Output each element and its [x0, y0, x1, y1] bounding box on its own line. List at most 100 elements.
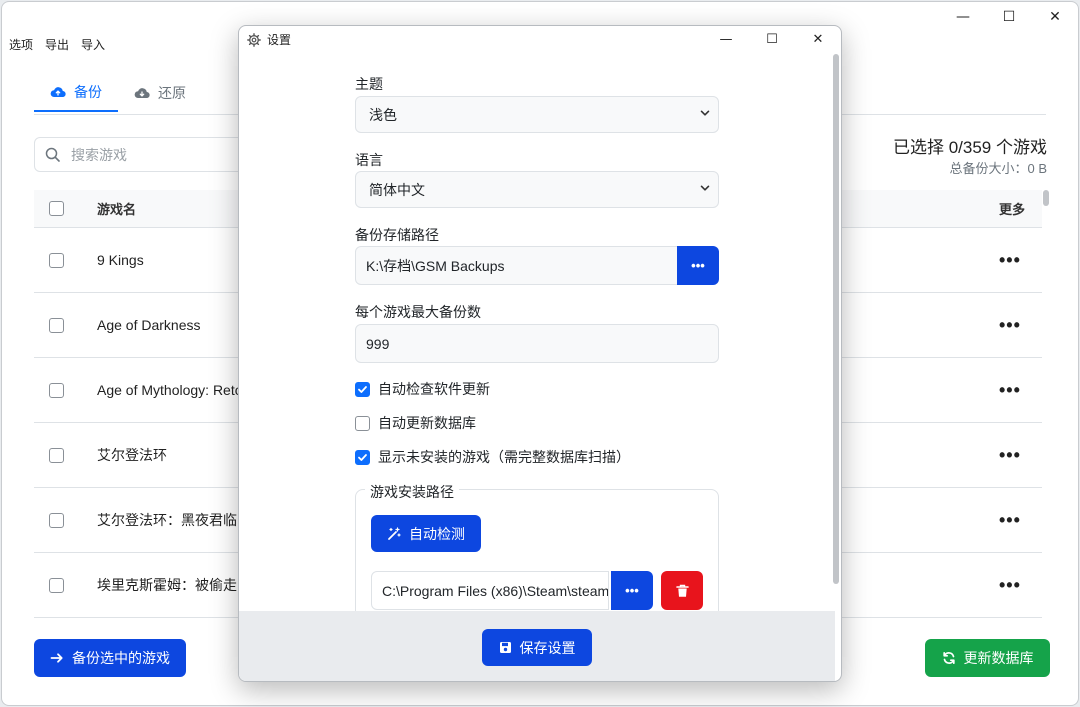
row-checkbox[interactable]	[49, 317, 64, 333]
close-icon: ✕	[1049, 9, 1061, 25]
update-database-label: 更新数据库	[963, 650, 1034, 666]
row-checkbox[interactable]	[49, 382, 64, 398]
tab-bar: 备份 还原	[34, 74, 202, 112]
tab-restore[interactable]: 还原	[118, 74, 202, 112]
backup-path-input[interactable]: K:\存档\GSM Backups	[355, 246, 679, 285]
row-checkbox-cell	[34, 447, 97, 463]
tab-backup-label: 备份	[74, 84, 102, 100]
show-uninstalled-row[interactable]: 显示未安装的游戏（需完整数据库扫描）	[355, 447, 630, 467]
dialog-title: 设置	[267, 33, 292, 47]
more-button[interactable]: •••	[999, 315, 1021, 336]
close-button[interactable]: ✕	[1032, 2, 1078, 32]
auto-detect-button[interactable]: 自动检测	[371, 515, 481, 552]
dialog-window-controls: — ☐ ✕	[703, 26, 841, 53]
dialog-minimize-button[interactable]: —	[703, 26, 749, 53]
save-settings-label: 保存设置	[519, 639, 576, 656]
tab-backup[interactable]: 备份	[34, 74, 118, 112]
row-checkbox-cell	[34, 317, 97, 333]
row-checkbox[interactable]	[49, 577, 64, 593]
menu-import[interactable]: 导入	[81, 36, 105, 53]
row-checkbox-cell	[34, 252, 97, 268]
menu-options[interactable]: 选项	[9, 36, 33, 53]
backup-path-value: K:\存档\GSM Backups	[366, 257, 505, 274]
chevron-down-icon	[700, 185, 710, 191]
backup-path-label: 备份存储路径	[355, 227, 439, 243]
dialog-scrollbar[interactable]	[833, 54, 839, 584]
maximize-button[interactable]: ☐	[986, 2, 1032, 32]
ellipsis-icon: •••	[625, 583, 639, 598]
cloud-download-icon	[134, 88, 150, 99]
arrow-right-icon	[50, 653, 63, 663]
max-backups-input[interactable]: 999	[355, 324, 719, 363]
search-input[interactable]	[71, 146, 211, 163]
row-checkbox[interactable]	[49, 252, 64, 268]
more-button[interactable]: •••	[999, 445, 1021, 466]
browse-backup-path-button[interactable]: •••	[677, 246, 719, 285]
tab-restore-label: 还原	[158, 85, 186, 101]
checkmark-icon	[358, 385, 367, 393]
row-checkbox-cell	[34, 512, 97, 528]
auto-update-db-checkbox[interactable]	[355, 415, 370, 431]
max-backups-label: 每个游戏最大备份数	[355, 304, 481, 320]
delete-install-path-button[interactable]	[661, 571, 703, 610]
checkmark-icon	[358, 453, 367, 461]
refresh-icon	[942, 651, 955, 665]
maximize-icon: ☐	[766, 32, 778, 47]
search-box	[34, 137, 244, 172]
language-label: 语言	[355, 152, 383, 168]
show-uninstalled-label: 显示未安装的游戏（需完整数据库扫描）	[378, 449, 630, 465]
more-button[interactable]: •••	[999, 510, 1021, 531]
magic-wand-icon	[388, 526, 401, 540]
dialog-close-button[interactable]: ✕	[795, 26, 841, 53]
install-path-input[interactable]: C:\Program Files (x86)\Steam\steamapps	[371, 571, 609, 610]
row-checkbox-cell	[34, 382, 97, 398]
save-settings-button[interactable]: 保存设置	[482, 629, 592, 666]
theme-label: 主题	[355, 76, 383, 92]
select-all-checkbox[interactable]	[49, 201, 64, 216]
row-checkbox[interactable]	[49, 512, 64, 528]
gear-icon	[247, 32, 261, 47]
backup-selected-button[interactable]: 备份选中的游戏	[34, 639, 186, 677]
auto-update-db-row[interactable]: 自动更新数据库	[355, 413, 476, 433]
maximize-icon: ☐	[1002, 9, 1016, 25]
backup-selected-label: 备份选中的游戏	[72, 650, 170, 666]
theme-value: 浅色	[369, 106, 397, 123]
more-button[interactable]: •••	[999, 250, 1021, 271]
dialog-maximize-button[interactable]: ☐	[749, 26, 795, 53]
header-more: 更多	[999, 202, 1026, 217]
install-path-value: C:\Program Files (x86)\Steam\steamapps	[382, 582, 609, 599]
menu-bar: 选项 导出 导入	[9, 36, 105, 53]
max-backups-value: 999	[366, 335, 390, 352]
window-controls: — ☐ ✕	[940, 2, 1078, 32]
chevron-down-icon	[700, 110, 710, 116]
auto-detect-label: 自动检测	[409, 525, 465, 542]
auto-update-db-label: 自动更新数据库	[378, 415, 476, 431]
ellipsis-icon: •••	[691, 258, 705, 273]
auto-check-updates-label: 自动检查软件更新	[378, 381, 490, 397]
more-button[interactable]: •••	[999, 380, 1021, 401]
header-checkbox-cell	[34, 201, 97, 216]
show-uninstalled-checkbox[interactable]	[355, 449, 370, 465]
close-icon: ✕	[812, 32, 824, 47]
more-button[interactable]: •••	[999, 575, 1021, 596]
selected-count: 已选择 0/359 个游戏	[893, 138, 1047, 157]
row-checkbox[interactable]	[49, 447, 64, 463]
language-value: 简体中文	[369, 181, 425, 198]
minimize-button[interactable]: —	[940, 2, 986, 32]
total-backup-size: 总备份大小：0 B	[949, 161, 1047, 176]
table-scrollbar[interactable]	[1043, 190, 1049, 206]
theme-select[interactable]: 浅色	[355, 96, 719, 133]
minimize-icon: —	[719, 32, 733, 47]
update-database-button[interactable]: 更新数据库	[925, 639, 1050, 677]
browse-install-path-button[interactable]: •••	[611, 571, 653, 610]
settings-dialog: 设置 — ☐ ✕ 主题 浅色 语言 简体中文 备份存储路径 K:\存档\GSM …	[238, 25, 842, 682]
cloud-upload-icon	[50, 87, 66, 98]
auto-check-updates-checkbox[interactable]	[355, 381, 370, 397]
auto-check-updates-row[interactable]: 自动检查软件更新	[355, 379, 490, 399]
save-icon	[499, 642, 511, 653]
search-icon	[45, 147, 60, 162]
install-paths-legend: 游戏安装路径	[365, 482, 459, 502]
language-select[interactable]: 简体中文	[355, 171, 719, 208]
menu-export[interactable]: 导出	[45, 36, 69, 53]
minimize-icon: —	[956, 9, 970, 25]
